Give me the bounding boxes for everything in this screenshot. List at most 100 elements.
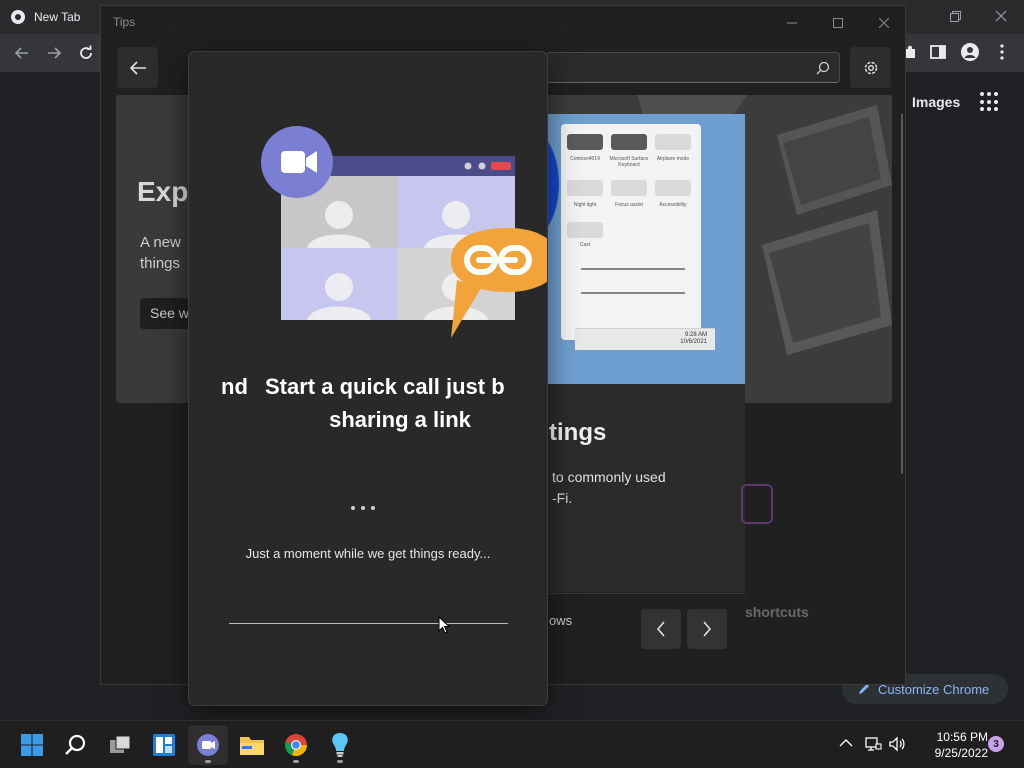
qs-tile-label: Microsoft Surface Keyboard <box>609 156 649 168</box>
tips-minimize-button[interactable] <box>769 8 815 38</box>
clock-time: 10:56 PM <box>936 730 988 744</box>
qs-tile-label: Accessibility <box>659 202 687 208</box>
tip-card-description: to commonly used -Fi. <box>552 467 742 509</box>
profile-icon <box>961 43 979 61</box>
qs-tile-label: Focus assist <box>615 202 643 208</box>
chrome-taskbar-button[interactable] <box>276 725 316 765</box>
task-view-icon <box>110 735 131 753</box>
profile-button[interactable] <box>958 40 982 64</box>
close-icon <box>879 18 889 28</box>
volume-icon[interactable] <box>888 735 906 753</box>
qs-date: 10/6/2021 <box>680 339 707 345</box>
running-indicator <box>293 760 299 763</box>
hero-see-button[interactable]: See w <box>140 298 190 329</box>
images-link[interactable]: Images <box>912 94 960 110</box>
search-icon <box>816 61 830 75</box>
qs-taskbar-preview: 9:28 AM 10/6/2021 <box>575 328 715 350</box>
tip-card-footer-text: ows <box>549 613 573 628</box>
tip-card-description-line: to commonly used <box>552 469 666 485</box>
tips-search-input[interactable] <box>546 52 840 83</box>
running-indicator <box>205 760 211 763</box>
chrome-reload-button[interactable] <box>74 41 98 65</box>
tips-window-title: Tips <box>113 15 136 29</box>
chrome-logo-icon <box>11 10 25 24</box>
apps-grid-icon[interactable] <box>980 92 1000 112</box>
taskbar-search-button[interactable] <box>56 725 96 765</box>
tip-card-title: tings <box>549 419 607 446</box>
search-icon <box>65 734 86 755</box>
chrome-tab[interactable]: New Tab <box>10 4 98 30</box>
tip-card-divider <box>547 593 745 594</box>
tips-scrollbar[interactable] <box>901 114 903 474</box>
carousel-previous-button[interactable] <box>641 609 681 649</box>
minimize-icon <box>787 22 797 24</box>
reload-icon <box>80 45 92 59</box>
hero-heading: Exp <box>137 176 189 207</box>
progress-bar <box>229 623 508 624</box>
qs-tile-label: Cast <box>579 242 591 248</box>
gear-icon <box>864 61 877 74</box>
chrome-forward-button[interactable] <box>42 41 66 65</box>
headline-previous-fragment: nd <box>221 374 248 399</box>
hero-description-line: things <box>140 255 181 272</box>
loading-dots <box>351 506 375 510</box>
tip-card-description-line: -Fi. <box>552 490 573 506</box>
teams-chat-icon <box>197 734 219 756</box>
qs-time: 9:28 AM <box>684 332 707 338</box>
hero-description: A new things <box>140 232 188 274</box>
tips-taskbar-button[interactable] <box>320 725 360 765</box>
qs-tile-label: Night light <box>573 202 597 208</box>
tips-back-button[interactable] <box>117 47 158 88</box>
chrome-menu-button[interactable] <box>990 40 1014 64</box>
side-panel-button[interactable] <box>926 40 950 64</box>
side-panel-icon <box>930 45 946 59</box>
chrome-restore-button[interactable] <box>932 0 978 32</box>
tips-maximize-button[interactable] <box>815 8 861 38</box>
mouse-cursor-icon <box>438 616 450 634</box>
tips-settings-button[interactable] <box>850 47 891 88</box>
carousel-next-button[interactable] <box>687 609 727 649</box>
notification-badge[interactable]: 3 <box>988 736 1004 752</box>
chrome-tab-title: New Tab <box>34 10 81 24</box>
shortcuts-heading: shortcuts <box>745 604 809 620</box>
tips-close-button[interactable] <box>861 8 907 38</box>
chevron-left-icon <box>656 621 665 637</box>
chrome-back-button[interactable] <box>10 41 34 65</box>
headline-line: sharing a link <box>329 407 471 432</box>
widgets-button[interactable] <box>144 725 184 765</box>
chevron-up-icon[interactable] <box>838 735 854 751</box>
clock-date: 9/25/2022 <box>934 746 988 760</box>
windows-logo-icon <box>21 734 43 756</box>
video-call-illustration <box>261 126 547 338</box>
network-icon[interactable] <box>864 735 882 753</box>
quick-settings-screenshot: Contoso4019 Microsoft Surface Keyboard A… <box>547 114 745 384</box>
start-button[interactable] <box>12 725 52 765</box>
chrome-icon <box>285 734 308 757</box>
task-view-button[interactable] <box>100 725 140 765</box>
arrow-left-icon <box>129 60 146 75</box>
chrome-close-button[interactable] <box>978 0 1024 32</box>
arrow-left-icon <box>14 47 28 59</box>
arrow-right-icon <box>48 47 62 59</box>
loading-message: Just a moment while we get things ready.… <box>245 546 491 561</box>
headline-line: Start a quick call just b <box>265 374 505 399</box>
teams-loading-popup: nd Start a quick call just b sharing a l… <box>188 51 548 706</box>
quick-settings-card: Contoso4019 Microsoft Surface Keyboard A… <box>561 124 715 350</box>
close-icon <box>995 10 1007 22</box>
maximize-icon <box>833 18 843 28</box>
running-indicator <box>337 760 343 763</box>
emoji-icon <box>741 484 773 524</box>
file-explorer-button[interactable] <box>232 725 272 765</box>
system-clock[interactable]: 10:56 PM 9/25/2022 <box>914 729 988 761</box>
windows-taskbar: 10:56 PM 9/25/2022 3 <box>0 720 1024 768</box>
chevron-right-icon <box>703 621 712 637</box>
widgets-icon <box>153 734 175 756</box>
more-vertical-icon <box>1000 44 1004 60</box>
teams-chat-button[interactable] <box>188 725 228 765</box>
qs-tile-label: Contoso4019 <box>570 156 600 162</box>
restore-icon <box>949 10 961 22</box>
qs-tile-label: Airplane mode <box>656 156 690 162</box>
hero-description-line: A new <box>140 234 181 251</box>
folder-icon <box>240 737 264 755</box>
lightbulb-icon <box>332 733 348 757</box>
